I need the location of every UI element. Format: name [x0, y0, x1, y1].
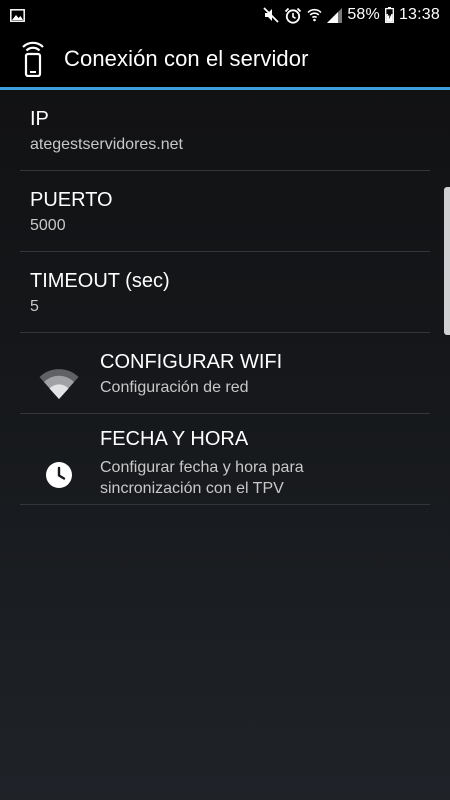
- wifi-icon: [307, 8, 322, 22]
- app-bar: Conexión con el servidor: [0, 30, 450, 87]
- setting-configure-wifi[interactable]: CONFIGURAR WIFI Configuración de red: [0, 333, 450, 414]
- setting-ip-title: IP: [30, 108, 49, 130]
- mute-icon: [263, 7, 279, 23]
- divider: [20, 504, 430, 505]
- wifi-icon: [39, 356, 79, 414]
- scrollbar[interactable]: [444, 187, 450, 335]
- setting-datetime-title: FECHA Y HORA: [100, 428, 249, 450]
- setting-wifi-summary: Configuración de red: [100, 379, 249, 396]
- setting-port[interactable]: PUERTO 5000: [0, 171, 450, 252]
- setting-timeout-value: 5: [30, 298, 39, 315]
- alarm-icon: [284, 7, 302, 24]
- clock-icon: [45, 444, 73, 505]
- setting-datetime-summary-line1: Configurar fecha y hora para: [100, 459, 304, 476]
- status-bar: 58% 13:38: [0, 0, 450, 30]
- setting-port-title: PUERTO: [30, 189, 113, 211]
- setting-timeout[interactable]: TIMEOUT (sec) 5: [0, 252, 450, 333]
- setting-ip-value: ategestservidores.net: [30, 136, 183, 153]
- image-icon: [10, 8, 25, 22]
- battery-charging-icon: [385, 7, 394, 23]
- battery-percent: 58%: [347, 6, 380, 23]
- app-title: Conexión con el servidor: [64, 45, 309, 71]
- setting-wifi-title: CONFIGURAR WIFI: [100, 351, 283, 373]
- setting-date-time[interactable]: FECHA Y HORA Configurar fecha y hora par…: [0, 414, 450, 505]
- clock-time: 13:38: [398, 6, 440, 23]
- setting-datetime-summary-line2: sincronización con el TPV: [100, 480, 284, 497]
- setting-ip[interactable]: IP ategestservidores.net: [0, 90, 450, 171]
- settings-list: IP ategestservidores.net PUERTO 5000 TIM…: [0, 90, 450, 505]
- signal-icon: [327, 7, 343, 23]
- phone-wireless-icon: [20, 41, 46, 77]
- setting-timeout-title: TIMEOUT (sec): [30, 270, 170, 292]
- setting-port-value: 5000: [30, 217, 66, 234]
- setting-datetime-summary: Configurar fecha y hora para sincronizac…: [100, 451, 420, 499]
